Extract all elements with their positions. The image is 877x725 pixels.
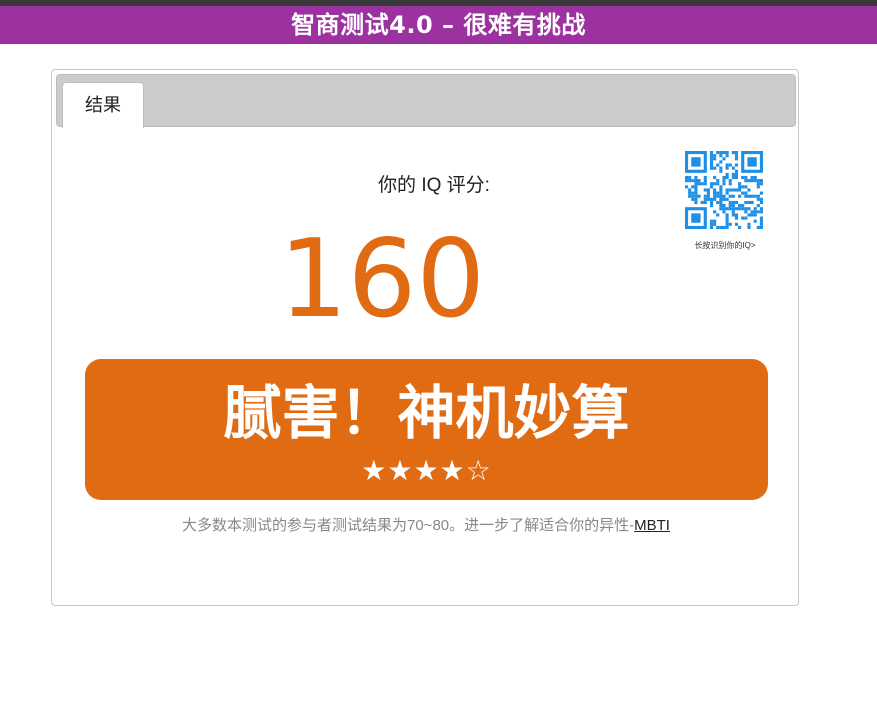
page-header: 智商测试4.0 – 很难有挑战 <box>0 6 877 44</box>
result-panel: 结果 你的 IQ 评分: 160 长按识别你的IQ> 腻害！神机妙算 ★★★★☆… <box>51 69 799 606</box>
qr-code-icon[interactable] <box>685 151 763 229</box>
mbti-link[interactable]: MBTI <box>634 517 670 534</box>
star-rating: ★★★★☆ <box>361 454 492 487</box>
score-label: 你的 IQ 评分: <box>378 175 490 196</box>
result-banner: 腻害！神机妙算 ★★★★☆ <box>85 359 768 500</box>
iq-score: 160 <box>278 217 486 342</box>
footer-note: 大多数本测试的参与者测试结果为70~80。进一步了解适合你的异性-MBTI <box>52 514 800 535</box>
tab-result[interactable]: 结果 <box>62 82 144 128</box>
page-title: 智商测试4.0 – 很难有挑战 <box>291 11 586 39</box>
result-title: 腻害！神机妙算 <box>223 379 630 447</box>
tab-bar: 结果 <box>56 74 796 128</box>
footer-note-text: 大多数本测试的参与者测试结果为70~80。进一步了解适合你的异性- <box>182 517 635 534</box>
qr-caption: 长按识别你的IQ> <box>694 241 756 250</box>
